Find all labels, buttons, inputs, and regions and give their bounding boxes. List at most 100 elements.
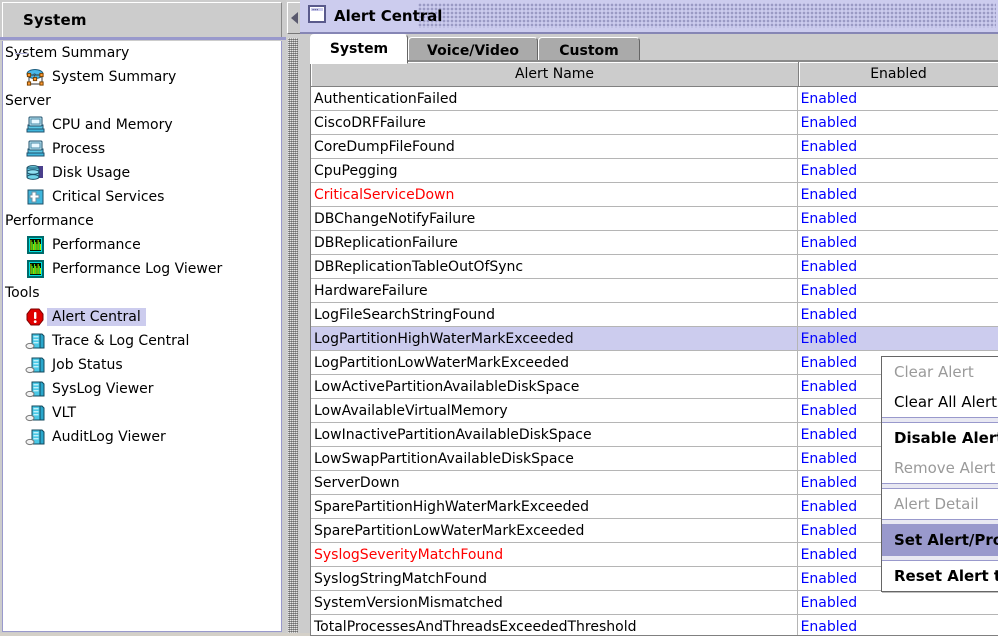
alert-context-menu[interactable]: Clear AlertClear All Alerts Disable Alert… [881,356,998,592]
sidebar-item-system-summary[interactable]: ?System Summary [3,65,281,89]
cell-alert-name[interactable]: LogFileSearchStringFound [311,303,798,326]
cell-alert-name[interactable]: CpuPegging [311,159,798,182]
sidebar-item-label: Performance Log Viewer [47,261,222,277]
collapse-left-button[interactable] [287,2,301,34]
cell-enabled-status[interactable]: Enabled [798,111,998,134]
sidebar-item-label: Trace & Log Central [47,333,189,349]
cell-alert-name[interactable]: SyslogSeverityMatchFound [311,543,798,566]
menu-item-disable-alert[interactable]: Disable Alert [882,423,998,453]
cell-alert-name[interactable]: LogPartitionLowWaterMarkExceeded [311,351,798,374]
internal-frame-title: Alert Central [334,7,442,25]
cell-enabled-status[interactable]: Enabled [798,231,998,254]
cell-alert-name[interactable]: LowAvailableVirtualMemory [311,399,798,422]
menu-item-set-alert-properties[interactable]: Set Alert/Properties... [882,525,998,555]
cell-alert-name[interactable]: LowInactivePartitionAvailableDiskSpace [311,423,798,446]
cell-enabled-status[interactable]: Enabled [798,327,998,350]
alert-central-panel: Alert Central SystemVoice/VideoCustom Al… [300,0,998,633]
sidebar-item-label: Server [5,93,51,109]
sidebar-item-label: VLT [47,405,76,421]
cell-alert-name[interactable]: LogPartitionHighWaterMarkExceeded [311,327,798,350]
sidebar-item-label: CPU and Memory [47,117,173,133]
sidebar-item-process[interactable]: Process [3,137,281,161]
cell-alert-name[interactable]: SparePartitionLowWaterMarkExceeded [311,519,798,542]
cell-alert-name[interactable]: AuthenticationFailed [311,87,798,110]
server-icon [25,427,47,447]
table-row[interactable]: SystemVersionMismatchedEnabled [311,591,998,615]
internal-frame-titlebar[interactable]: Alert Central [300,0,998,34]
sidebar-item-auditlog-viewer[interactable]: AuditLog Viewer [3,425,281,449]
cell-alert-name[interactable]: HardwareFailure [311,279,798,302]
cell-alert-name[interactable]: CriticalServiceDown [311,183,798,206]
table-row[interactable]: LogPartitionHighWaterMarkExceededEnabled [311,327,998,351]
disk-icon [25,163,47,183]
cell-alert-name[interactable]: CoreDumpFileFound [311,135,798,158]
table-row[interactable]: AuthenticationFailedEnabled [311,87,998,111]
cell-alert-name[interactable]: SyslogStringMatchFound [311,567,798,590]
menu-item-reset-alert-to-default-config[interactable]: Reset Alert to Default Config [882,561,998,591]
cell-alert-name[interactable]: ServerDown [311,471,798,494]
cell-enabled-status[interactable]: Enabled [798,159,998,182]
sidebar-item-performance[interactable]: Performance [3,209,281,233]
table-row[interactable]: DBReplicationFailureEnabled [311,231,998,255]
table-row[interactable]: CpuPeggingEnabled [311,159,998,183]
table-row[interactable]: CiscoDRFFailureEnabled [311,111,998,135]
cell-alert-name[interactable]: SystemVersionMismatched [311,591,798,614]
column-header-enabled[interactable]: Enabled [799,62,998,86]
cell-alert-name[interactable]: CiscoDRFFailure [311,111,798,134]
sidebar-item-performance[interactable]: Performance [3,233,281,257]
cell-enabled-status[interactable]: Enabled [798,87,998,110]
sidebar-item-tools[interactable]: Tools [3,281,281,305]
cell-alert-name[interactable]: SparePartitionHighWaterMarkExceeded [311,495,798,518]
tab-label: Voice/Video [427,43,519,59]
left-panel-separator [0,37,286,40]
cell-enabled-status[interactable]: Enabled [798,279,998,302]
cell-enabled-status[interactable]: Enabled [798,183,998,206]
sidebar-item-label: SysLog Viewer [47,381,154,397]
server-icon [25,379,47,399]
sidebar-item-label: System Summary [47,69,176,85]
tab-system[interactable]: System [310,34,408,64]
sidebar-item-syslog-viewer[interactable]: SysLog Viewer [3,377,281,401]
sidebar-item-critical-services[interactable]: Critical Services [3,185,281,209]
cell-alert-name[interactable]: LowSwapPartitionAvailableDiskSpace [311,447,798,470]
left-navigation-panel: System System Summary?System SummaryServ… [0,0,286,633]
sidebar-item-alert-central[interactable]: Alert Central [3,305,281,329]
cisco-rtmt-window: System System Summary?System Summary Serv… [0,0,998,633]
menu-item-clear-all-alerts[interactable]: Clear All Alerts [882,387,998,417]
sidebar-item-server[interactable]: Server [3,89,281,113]
cell-enabled-status[interactable]: Enabled [798,255,998,278]
cell-alert-name[interactable]: DBChangeNotifyFailure [311,207,798,230]
sidebar-item-performance-log-viewer[interactable]: Performance Log Viewer [3,257,281,281]
internal-frame-icon [308,5,326,27]
menu-item-clear-alert: Clear Alert [882,357,998,387]
graph-icon [25,259,47,279]
sidebar-item-disk-usage[interactable]: Disk Usage [3,161,281,185]
cell-enabled-status[interactable]: Enabled [798,591,998,614]
split-pane-divider[interactable] [286,0,300,633]
cell-enabled-status[interactable]: Enabled [798,135,998,158]
menu-item-remove-alert: Remove Alert [882,453,998,483]
cell-alert-name[interactable]: DBReplicationTableOutOfSync [311,255,798,278]
divider-grip[interactable] [288,38,298,633]
sidebar-item-vlt[interactable]: VLT [3,401,281,425]
table-row[interactable]: HardwareFailureEnabled [311,279,998,303]
table-row[interactable]: CriticalServiceDownEnabled [311,183,998,207]
table-row[interactable]: CoreDumpFileFoundEnabled [311,135,998,159]
alerts-table-header: Alert Name Enabled [311,62,998,87]
table-row[interactable]: LogFileSearchStringFoundEnabled [311,303,998,327]
sidebar-item-system-summary[interactable]: System Summary [3,41,281,65]
cell-alert-name[interactable]: LowActivePartitionAvailableDiskSpace [311,375,798,398]
cell-enabled-status[interactable]: Enabled [798,303,998,326]
table-row[interactable]: DBChangeNotifyFailureEnabled [311,207,998,231]
sidebar-item-trace-log-central[interactable]: Trace & Log Central [3,329,281,353]
column-header-alert-name[interactable]: Alert Name [311,62,799,86]
sidebar-item-cpu-and-memory[interactable]: CPU and Memory [3,113,281,137]
left-triangle-icon [291,12,298,24]
sidebar-item-job-status[interactable]: Job Status [3,353,281,377]
cell-alert-name[interactable]: DBReplicationFailure [311,231,798,254]
server-icon [25,331,47,351]
cell-enabled-status[interactable]: Enabled [798,207,998,230]
navigation-tree[interactable]: System Summary?System Summary Server CPU a… [2,41,282,632]
table-row[interactable]: DBReplicationTableOutOfSyncEnabled [311,255,998,279]
alert-tabs[interactable]: SystemVoice/VideoCustom [300,34,998,62]
